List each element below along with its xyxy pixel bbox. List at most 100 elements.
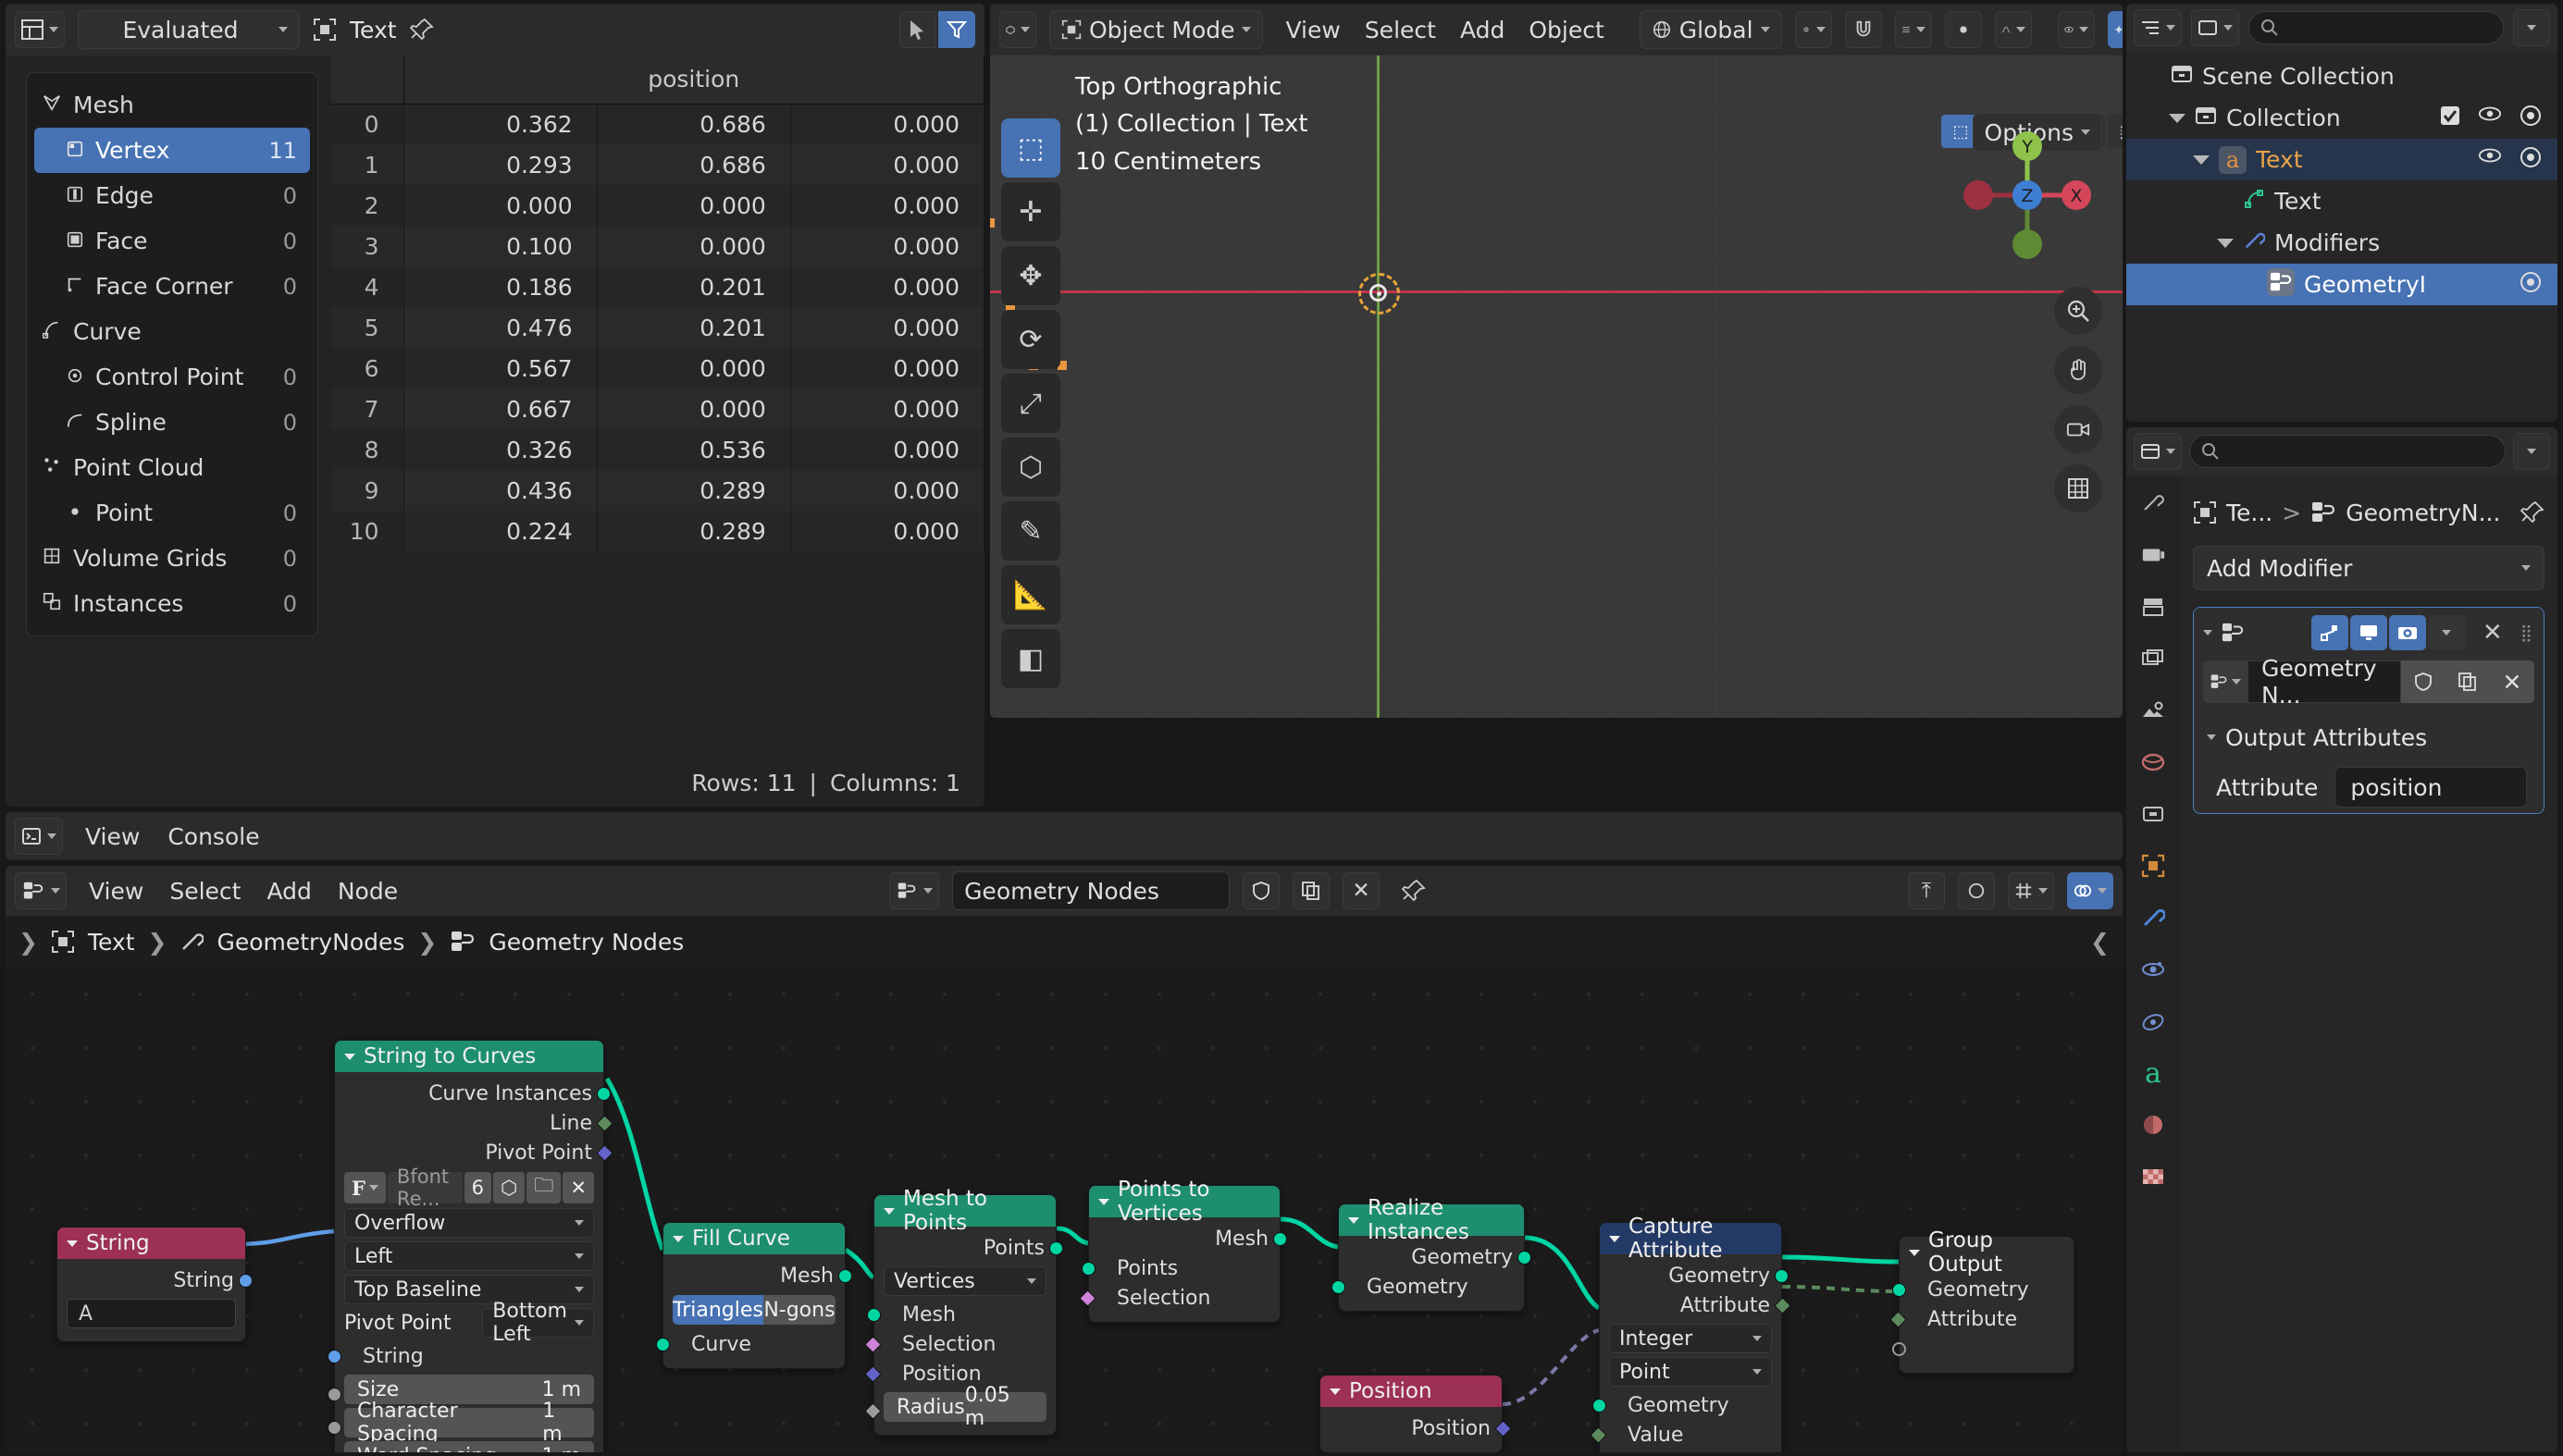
add-modifier-button[interactable]: Add Modifier xyxy=(2193,546,2544,590)
node-header[interactable]: Mesh to Points xyxy=(874,1195,1056,1227)
editor-type-button[interactable] xyxy=(15,818,63,855)
tab-physics[interactable] xyxy=(2135,1003,2172,1040)
dataset-row-face-corner[interactable]: Face Corner0 xyxy=(34,264,310,309)
socket-green[interactable] xyxy=(1774,1297,1790,1314)
tab-collection[interactable] xyxy=(2135,796,2172,833)
tweak-tool[interactable]: ⬚ xyxy=(1001,118,1060,178)
checkbox-checked-icon[interactable] xyxy=(2439,105,2461,132)
node-input-points[interactable]: Points xyxy=(1089,1253,1280,1283)
node-output-mesh[interactable]: Mesh xyxy=(1089,1224,1280,1253)
tab-world[interactable] xyxy=(2135,744,2172,781)
socket-hollow[interactable] xyxy=(1892,1342,1906,1356)
editor-type-button[interactable] xyxy=(2134,9,2182,46)
table-row[interactable]: 40.1860.2010.000 xyxy=(331,266,984,307)
snap-icon[interactable] xyxy=(1895,11,1932,48)
render-display-toggle[interactable] xyxy=(2389,615,2426,650)
node-group-name-field[interactable]: Geometry N... xyxy=(2247,660,2401,703)
node-header[interactable]: Group Output xyxy=(1900,1237,2074,1268)
camera-view-icon[interactable] xyxy=(2054,405,2102,453)
console-menu-console[interactable]: Console xyxy=(158,820,268,854)
socket-geo[interactable] xyxy=(1082,1262,1096,1276)
collapse-arrow-icon[interactable] xyxy=(1909,1250,1920,1256)
table-row[interactable]: 100.2240.2890.000 xyxy=(331,511,984,551)
dataset-row-curve[interactable]: Curve xyxy=(34,309,310,354)
open-file-icon[interactable]: 🗀 xyxy=(526,1172,561,1203)
modifier-extras-dropdown[interactable] xyxy=(2428,615,2465,650)
dataset-row-point-cloud[interactable]: Point Cloud xyxy=(34,445,310,490)
node-input-character-spacing[interactable]: Character Spacing1 m xyxy=(335,1408,603,1437)
font-name[interactable]: Bfont Re... xyxy=(388,1172,463,1203)
node-input-word-spacing[interactable]: Word Spacing1 m xyxy=(335,1441,603,1452)
snap-node-icon[interactable]: ⤒ xyxy=(1908,872,1945,909)
cursor-icon[interactable] xyxy=(899,11,936,48)
outliner-row-modifiers[interactable]: Modifiers xyxy=(2126,222,2557,264)
node-input-radius[interactable]: Radius0.05 m xyxy=(874,1392,1056,1422)
snap-grid-icon[interactable] xyxy=(2008,872,2054,909)
node-dropdown[interactable]: Integer xyxy=(1609,1324,1772,1353)
outliner-row-collection[interactable]: Collection xyxy=(2126,97,2557,139)
node-labeled-dropdown[interactable]: Pivot PointBottom Left xyxy=(344,1308,594,1338)
breadcrumb-back-arrow[interactable]: ❯ xyxy=(19,929,38,956)
socket-geo[interactable] xyxy=(1049,1241,1063,1255)
socket-geo[interactable] xyxy=(1775,1269,1789,1283)
scale-tool[interactable]: ⤢ xyxy=(1001,374,1060,433)
dataset-row-mesh[interactable]: Mesh xyxy=(34,82,310,128)
rotate-tool[interactable]: ⟳ xyxy=(1001,310,1060,369)
socket-vec[interactable] xyxy=(596,1144,613,1161)
collapse-arrow-icon[interactable] xyxy=(673,1236,684,1242)
attribute-value-field[interactable]: position xyxy=(2334,767,2527,808)
socket-geo[interactable] xyxy=(838,1269,852,1283)
node-menu-add[interactable]: Add xyxy=(257,874,320,908)
zoom-icon[interactable] xyxy=(2054,287,2102,335)
realtime-display-toggle[interactable] xyxy=(2350,615,2387,650)
socket-bool[interactable] xyxy=(864,1336,881,1352)
navigation-gizmo[interactable]: Y X Z xyxy=(1958,126,2097,265)
output-attributes-panel-header[interactable]: Output Attributes xyxy=(2194,713,2544,761)
pin-icon[interactable] xyxy=(1402,879,1426,903)
node-input-selection[interactable]: Selection xyxy=(874,1329,1056,1359)
edit-mode-display-toggle[interactable] xyxy=(2311,615,2348,650)
outliner-row-geometryi[interactable]: GeometryI xyxy=(2126,264,2557,305)
node-dropdown[interactable]: Left xyxy=(344,1241,594,1271)
extend-select-mode[interactable]: ⬚ xyxy=(2108,115,2123,148)
node-input-geometry[interactable]: Geometry xyxy=(1339,1272,1524,1302)
dataset-row-face[interactable]: Face0 xyxy=(34,218,310,264)
node-fill-curve[interactable]: Fill CurveMeshTrianglesN-gonsCurve xyxy=(662,1222,846,1369)
proportional-falloff-icon[interactable] xyxy=(1995,11,2032,48)
camera-icon[interactable] xyxy=(2519,146,2543,174)
dataset-row-spline[interactable]: Spline0 xyxy=(34,400,310,445)
node-text-field[interactable]: A xyxy=(67,1299,236,1328)
expand-arrow-icon[interactable] xyxy=(2169,114,2185,123)
dataset-row-volume-grids[interactable]: Volume Grids0 xyxy=(34,536,310,581)
node-position[interactable]: PositionPosition xyxy=(1319,1375,1503,1452)
table-row[interactable]: 80.3260.5360.000 xyxy=(331,429,984,470)
outliner-row-scene-collection[interactable]: Scene Collection xyxy=(2126,56,2557,97)
node-header[interactable]: Capture Attribute xyxy=(1600,1223,1781,1254)
node-tree-name-field[interactable]: Geometry Nodes xyxy=(952,871,1230,910)
socket-bool[interactable] xyxy=(1079,1289,1096,1306)
socket-str[interactable] xyxy=(239,1274,253,1288)
table-row[interactable]: 20.0000.0000.000 xyxy=(331,185,984,226)
node-header[interactable]: String to Curves xyxy=(335,1041,603,1072)
visibility-icon[interactable] xyxy=(2058,11,2095,48)
editor-type-button[interactable] xyxy=(15,11,65,48)
socket-grey[interactable] xyxy=(864,1402,881,1419)
font-users-count[interactable]: 6 xyxy=(464,1172,491,1203)
expand-arrow-icon[interactable] xyxy=(2203,630,2212,635)
dataset-row-instances[interactable]: Instances0 xyxy=(34,581,310,626)
tab-particles[interactable] xyxy=(2135,951,2172,988)
dataset-row-vertex[interactable]: Vertex11 xyxy=(34,128,310,173)
viewport-canvas[interactable]: Top Orthographic(1) Collection | Text10 … xyxy=(990,56,2123,718)
transform-tool[interactable]: ⬡ xyxy=(1001,438,1060,497)
node-header[interactable]: String xyxy=(57,1228,245,1259)
node-output-curve-instances[interactable]: Curve Instances xyxy=(335,1079,603,1108)
tab-view-layer[interactable] xyxy=(2135,640,2172,677)
cursor-tool[interactable]: ✛ xyxy=(1001,182,1060,241)
dataset-row-edge[interactable]: Edge0 xyxy=(34,173,310,218)
display-mode-dropdown[interactable] xyxy=(2191,9,2239,46)
node-menu-select[interactable]: Select xyxy=(160,874,250,908)
outliner-search-input[interactable] xyxy=(2248,11,2504,44)
socket-geo[interactable] xyxy=(1331,1280,1345,1294)
dataset-mode-dropdown[interactable]: Evaluated xyxy=(78,10,300,49)
table-row[interactable]: 30.1000.0000.000 xyxy=(331,226,984,266)
